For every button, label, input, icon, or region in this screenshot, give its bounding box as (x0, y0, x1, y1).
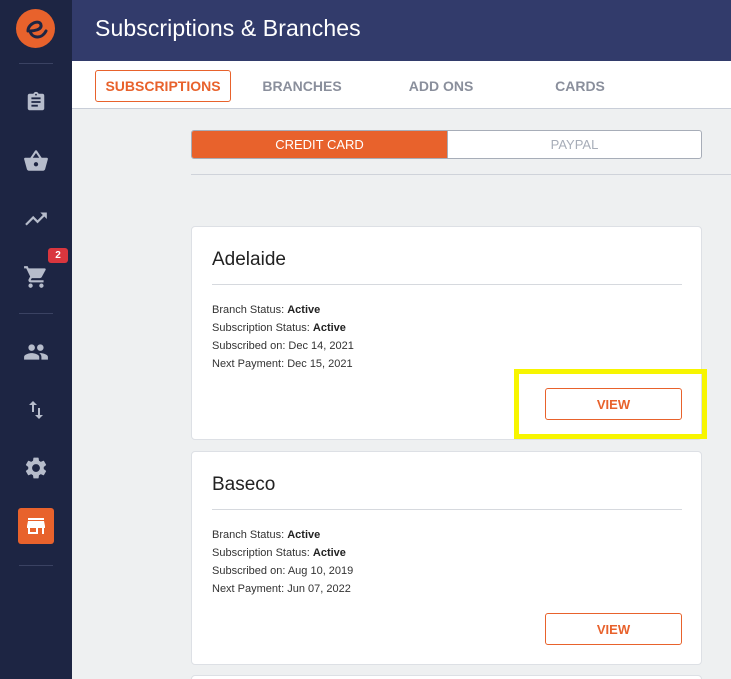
branch-status-row: Branch Status: Active (212, 526, 353, 544)
branch-info: Branch Status: Active Subscription Statu… (212, 301, 354, 373)
subscription-status-label: Subscription Status: (212, 322, 310, 334)
branch-card: Baseco Branch Status: Active Subscriptio… (191, 451, 702, 665)
subscribed-on: Subscribed on: Aug 10, 2019 (212, 565, 354, 577)
sidebar-divider (19, 63, 53, 64)
app-header: Subscriptions & Branches (72, 0, 731, 61)
branch-name: Adelaide (212, 249, 286, 270)
next-payment: Next Payment: Jun 07, 2022 (212, 583, 351, 595)
subscription-status-row: Subscription Status: Active (212, 319, 354, 337)
swap-vertical-icon[interactable] (0, 391, 72, 429)
tab-bar: SUBSCRIPTIONS BRANCHES ADD ONS CARDS (72, 61, 731, 109)
sidebar: 2 (0, 0, 72, 679)
branch-status-value: Active (287, 304, 321, 316)
branch-status-label: Branch Status: (212, 529, 285, 541)
tab-add-ons[interactable]: ADD ONS (390, 70, 492, 102)
tab-cards[interactable]: CARDS (537, 70, 623, 102)
cart-badge: 2 (48, 248, 68, 263)
subscribed-on: Subscribed on: Dec 14, 2021 (212, 340, 354, 352)
payment-method-toggle: CREDIT CARD PAYPAL (191, 130, 702, 159)
card-divider (212, 509, 682, 510)
branch-status-value: Active (287, 529, 321, 541)
tab-subscriptions[interactable]: SUBSCRIPTIONS (95, 70, 231, 102)
page-title: Subscriptions & Branches (95, 15, 361, 41)
branch-card-partial (191, 675, 702, 679)
tab-branches[interactable]: BRANCHES (247, 70, 357, 102)
logo-icon[interactable] (16, 9, 55, 48)
branch-info: Branch Status: Active Subscription Statu… (212, 526, 353, 598)
store-icon[interactable] (0, 507, 72, 545)
subscription-status-value: Active (312, 547, 346, 559)
subscription-status-value: Active (312, 322, 346, 334)
credit-card-toggle[interactable]: CREDIT CARD (192, 131, 447, 158)
gear-icon[interactable] (0, 449, 72, 487)
clipboard-icon[interactable] (0, 83, 72, 121)
paypal-toggle[interactable]: PAYPAL (447, 131, 701, 158)
card-divider (212, 284, 682, 285)
next-payment: Next Payment: Dec 15, 2021 (212, 358, 353, 370)
section-divider (191, 174, 731, 175)
branch-name: Baseco (212, 474, 276, 495)
subscription-status-row: Subscription Status: Active (212, 544, 353, 562)
sidebar-divider (19, 313, 53, 314)
branch-status-label: Branch Status: (212, 304, 285, 316)
sidebar-divider (19, 565, 53, 566)
cart-icon[interactable] (0, 258, 72, 296)
basket-icon[interactable] (0, 142, 72, 180)
subscription-status-label: Subscription Status: (212, 547, 310, 559)
highlight-box (514, 369, 707, 439)
view-button[interactable]: VIEW (545, 613, 682, 645)
people-icon[interactable] (0, 333, 72, 371)
trending-up-icon[interactable] (0, 200, 72, 238)
branch-status-row: Branch Status: Active (212, 301, 354, 319)
